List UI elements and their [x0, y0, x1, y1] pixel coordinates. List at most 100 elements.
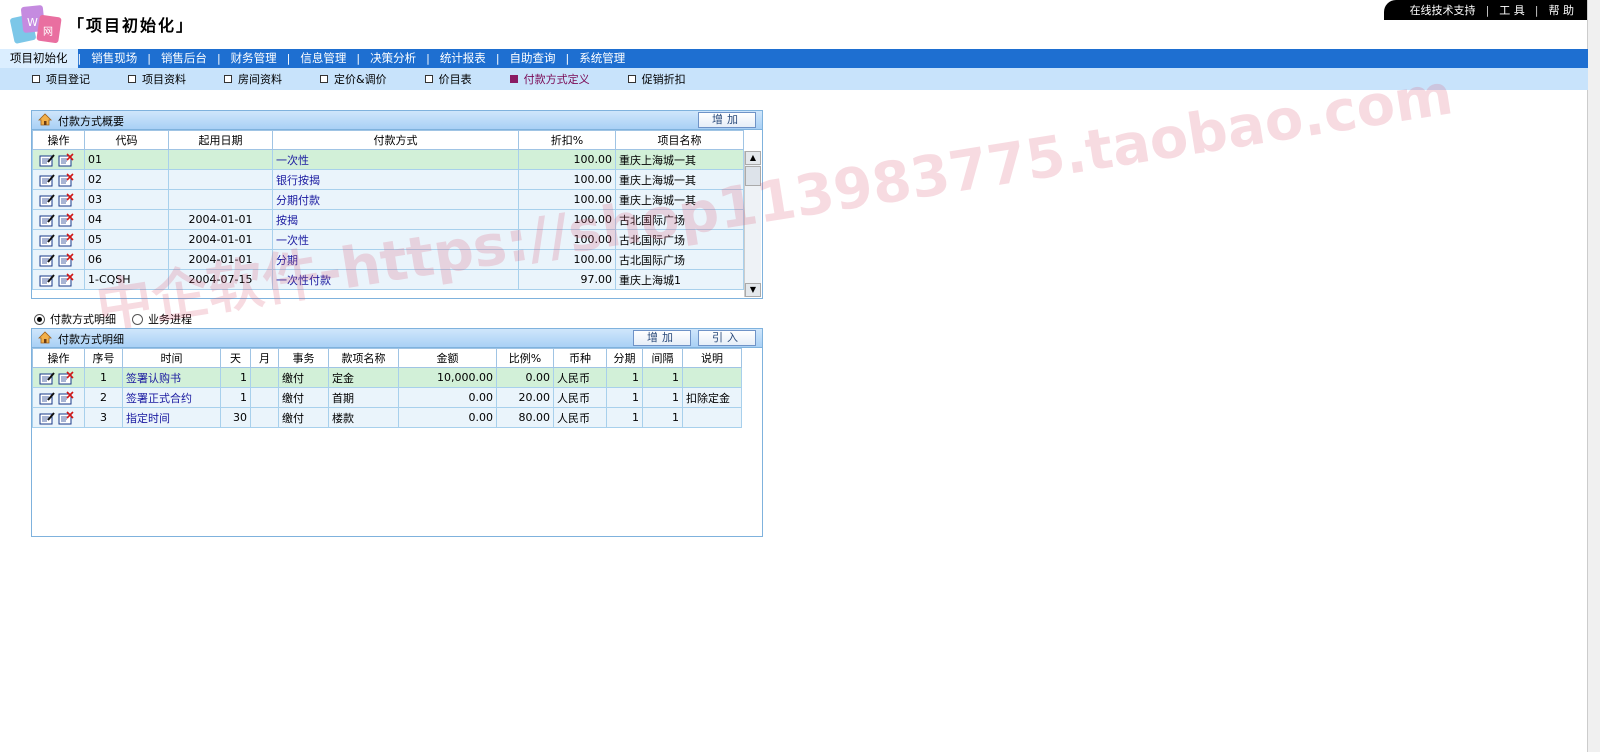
- column-header[interactable]: 比例%: [496, 348, 554, 368]
- nav-sales-site[interactable]: 销售现场: [81, 49, 147, 68]
- time-link[interactable]: 签署正式合约: [122, 387, 221, 408]
- column-header[interactable]: 项目名称: [615, 130, 744, 150]
- amount-cell: 10,000.00: [398, 367, 497, 388]
- interval-cell: 1: [642, 387, 683, 408]
- summary-scrollbar[interactable]: ▲ ▼: [744, 151, 761, 297]
- edit-icon[interactable]: [39, 391, 55, 405]
- nav-sales-backend[interactable]: 销售后台: [151, 49, 217, 68]
- column-header[interactable]: 说明: [682, 348, 742, 368]
- radio-payment-detail[interactable]: 付款方式明细: [34, 311, 116, 327]
- import-button[interactable]: 引入: [698, 330, 756, 346]
- column-header[interactable]: 间隔: [642, 348, 683, 368]
- edit-icon[interactable]: [39, 173, 55, 187]
- edit-icon[interactable]: [39, 153, 55, 167]
- add-button[interactable]: 增加: [698, 112, 756, 128]
- payment-method-link[interactable]: 分期付款: [272, 189, 519, 210]
- seq-cell: 3: [84, 407, 123, 428]
- payment-method-link[interactable]: 按揭: [272, 209, 519, 230]
- subnav-promo-discount[interactable]: 促销折扣: [627, 71, 686, 87]
- amount-cell: 0.00: [398, 387, 497, 408]
- column-header[interactable]: 序号: [84, 348, 123, 368]
- delete-icon[interactable]: [58, 172, 74, 187]
- delete-icon[interactable]: [58, 212, 74, 227]
- ratio-cell: 80.00: [496, 407, 554, 428]
- time-link[interactable]: 指定时间: [122, 407, 221, 428]
- nav-decision[interactable]: 决策分析: [360, 49, 426, 68]
- column-header[interactable]: 时间: [122, 348, 221, 368]
- payment-method-link[interactable]: 一次性付款: [272, 269, 519, 290]
- delete-icon[interactable]: [58, 232, 74, 247]
- add-detail-button[interactable]: 增加: [633, 330, 691, 346]
- table-row[interactable]: 04 2004-01-01 按揭 100.00 古北国际广场: [32, 209, 744, 230]
- scroll-down-icon[interactable]: ▼: [745, 283, 761, 297]
- edit-icon[interactable]: [39, 371, 55, 385]
- column-header[interactable]: 币种: [553, 348, 607, 368]
- stage-cell: 1: [606, 407, 643, 428]
- support-link[interactable]: 在线技术支持: [1410, 2, 1476, 18]
- item-name-cell: 定金: [328, 367, 399, 388]
- delete-icon[interactable]: [58, 192, 74, 207]
- subnav-project-register[interactable]: 项目登记: [32, 71, 90, 87]
- table-row[interactable]: 03 分期付款 100.00 重庆上海城一其: [32, 189, 744, 210]
- payment-method-link[interactable]: 银行按揭: [272, 169, 519, 190]
- interval-cell: 1: [642, 367, 683, 388]
- edit-icon[interactable]: [39, 253, 55, 267]
- edit-icon[interactable]: [39, 273, 55, 287]
- edit-icon[interactable]: [39, 411, 55, 425]
- subnav-payment-definition[interactable]: 付款方式定义: [509, 71, 590, 87]
- payment-method-link[interactable]: 一次性: [272, 229, 519, 250]
- column-header[interactable]: 代码: [84, 130, 169, 150]
- payment-method-link[interactable]: 分期: [272, 249, 519, 270]
- edit-icon[interactable]: [39, 213, 55, 227]
- column-header[interactable]: 付款方式: [272, 130, 519, 150]
- table-row[interactable]: 3 指定时间 30 缴付 楼款 0.00 80.00 人民币 1 1: [32, 407, 742, 428]
- delete-icon[interactable]: [58, 272, 74, 287]
- discount-cell: 100.00: [518, 249, 616, 270]
- time-link[interactable]: 签署认购书: [122, 367, 221, 388]
- scroll-thumb[interactable]: [745, 166, 761, 186]
- window-scrollbar[interactable]: [1587, 0, 1600, 752]
- edit-icon[interactable]: [39, 233, 55, 247]
- delete-icon[interactable]: [58, 252, 74, 267]
- nav-system[interactable]: 系统管理: [569, 49, 635, 68]
- delete-icon[interactable]: [58, 152, 74, 167]
- column-header[interactable]: 分期: [606, 348, 643, 368]
- item-name-cell: 首期: [328, 387, 399, 408]
- table-row[interactable]: 1 签署认购书 1 缴付 定金 10,000.00 0.00 人民币 1 1: [32, 367, 742, 388]
- column-header[interactable]: 操作: [32, 348, 85, 368]
- delete-icon[interactable]: [58, 370, 74, 385]
- table-row[interactable]: 1-CQSH 2004-07-15 一次性付款 97.00 重庆上海城1: [32, 269, 744, 290]
- subnav-room-info[interactable]: 房间资料: [224, 71, 282, 87]
- radio-business-progress[interactable]: 业务进程: [132, 311, 192, 327]
- payment-method-link[interactable]: 一次性: [272, 149, 519, 170]
- column-header[interactable]: 月: [250, 348, 279, 368]
- delete-icon[interactable]: [58, 410, 74, 425]
- table-row[interactable]: 05 2004-01-01 一次性 100.00 古北国际广场: [32, 229, 744, 250]
- help-link[interactable]: 帮 助: [1549, 2, 1575, 18]
- code-cell: 01: [84, 149, 169, 170]
- subnav-project-info[interactable]: 项目资料: [128, 71, 186, 87]
- table-row[interactable]: 02 银行按揭 100.00 重庆上海城一其: [32, 169, 744, 190]
- column-header[interactable]: 事务: [278, 348, 329, 368]
- column-header[interactable]: 金额: [398, 348, 497, 368]
- table-row[interactable]: 2 签署正式合约 1 缴付 首期 0.00 20.00 人民币 1 1 扣除定金: [32, 387, 742, 408]
- nav-self-query[interactable]: 自助查询: [500, 49, 566, 68]
- delete-icon[interactable]: [58, 390, 74, 405]
- nav-finance[interactable]: 财务管理: [221, 49, 287, 68]
- edit-icon[interactable]: [39, 193, 55, 207]
- scroll-up-icon[interactable]: ▲: [745, 151, 761, 165]
- subnav-price-list[interactable]: 价目表: [424, 71, 472, 87]
- nav-info[interactable]: 信息管理: [290, 49, 356, 68]
- column-header[interactable]: 款项名称: [328, 348, 399, 368]
- column-header[interactable]: 操作: [32, 130, 85, 150]
- column-header[interactable]: 折扣%: [518, 130, 616, 150]
- nav-reports[interactable]: 统计报表: [430, 49, 496, 68]
- table-row[interactable]: 01 一次性 100.00 重庆上海城一其: [32, 149, 744, 170]
- nav-project-init[interactable]: 项目初始化: [0, 49, 78, 68]
- tools-link[interactable]: 工 具: [1499, 2, 1525, 18]
- column-header[interactable]: 起用日期: [168, 130, 273, 150]
- column-header[interactable]: 天: [220, 348, 251, 368]
- subnav-pricing[interactable]: 定价&调价: [320, 71, 387, 87]
- svg-text:网: 网: [43, 26, 53, 38]
- table-row[interactable]: 06 2004-01-01 分期 100.00 古北国际广场: [32, 249, 744, 270]
